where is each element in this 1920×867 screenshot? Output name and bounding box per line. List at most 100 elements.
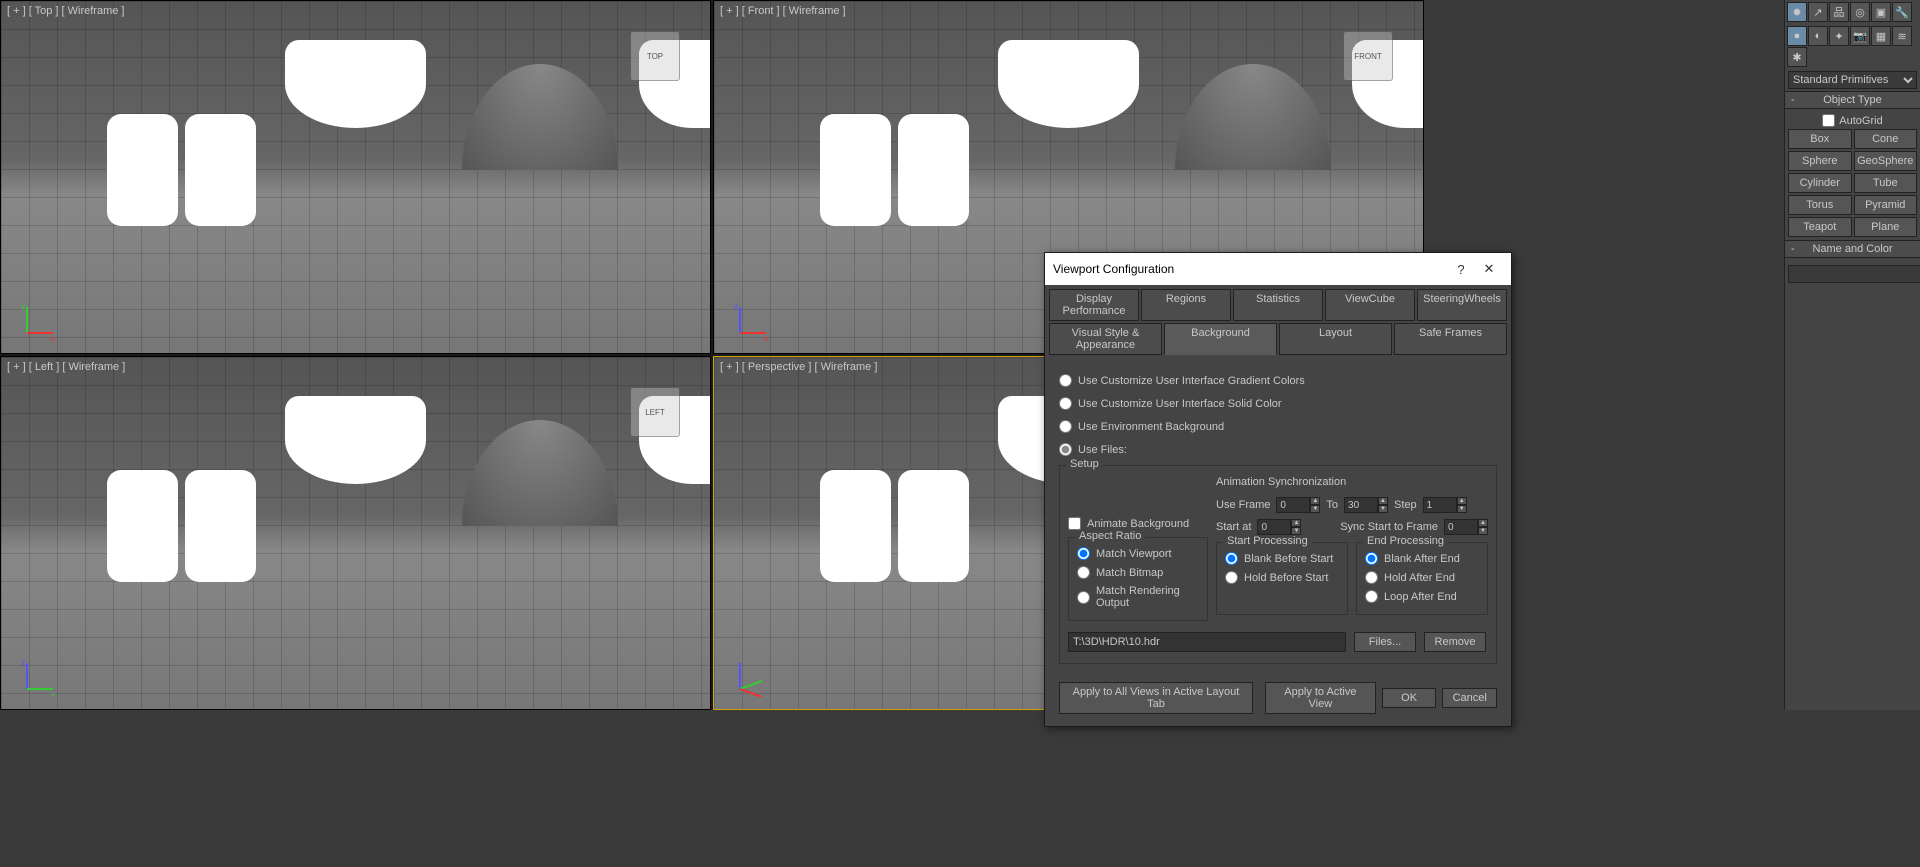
cameras-icon[interactable]: 📷 (1850, 26, 1870, 46)
tab-steeringwheels[interactable]: SteeringWheels (1417, 289, 1507, 321)
viewport-scene (1, 1, 710, 353)
radio-gradient-label: Use Customize User Interface Gradient Co… (1078, 375, 1305, 387)
object-name-input[interactable] (1788, 265, 1920, 283)
hierarchy-tab-icon[interactable]: 品 (1829, 2, 1849, 22)
object-type-rollout-header[interactable]: Object Type (1785, 91, 1920, 109)
name-color-rollout-header[interactable]: Name and Color (1785, 240, 1920, 258)
tab-background[interactable]: Background (1164, 323, 1277, 355)
use-frame-input[interactable] (1276, 497, 1310, 513)
viewport-label[interactable]: [ + ] [ Front ] [ Wireframe ] (720, 5, 846, 17)
tab-visual-style[interactable]: Visual Style & Appearance (1049, 323, 1162, 355)
radio-gradient-colors[interactable] (1059, 374, 1072, 387)
radio-use-files[interactable] (1059, 443, 1072, 456)
viewport-left[interactable]: [ + ] [ Left ] [ Wireframe ] LEFT y z (0, 356, 711, 710)
spinner-buttons[interactable]: ▲▼ (1310, 497, 1320, 513)
sphere-button[interactable]: Sphere (1788, 151, 1852, 171)
file-path-input[interactable] (1068, 632, 1346, 652)
close-button[interactable]: ✕ (1475, 259, 1503, 279)
start-at-input[interactable] (1257, 519, 1291, 535)
torus-button[interactable]: Torus (1788, 195, 1852, 215)
primitive-category-select[interactable]: Standard Primitives (1788, 71, 1917, 89)
tab-regions[interactable]: Regions (1141, 289, 1231, 321)
tab-layout[interactable]: Layout (1279, 323, 1392, 355)
cylinder-button[interactable]: Cylinder (1788, 173, 1852, 193)
spacewarps-icon[interactable]: ≋ (1892, 26, 1912, 46)
apply-all-views-button[interactable]: Apply to All Views in Active Layout Tab (1059, 682, 1253, 714)
spinner-buttons[interactable]: ▲▼ (1378, 497, 1388, 513)
spinner-buttons[interactable]: ▲▼ (1291, 519, 1301, 535)
radio-match-rendering[interactable] (1077, 591, 1090, 604)
shapes-icon[interactable]: ◐ (1808, 26, 1828, 46)
radio-hold-after[interactable] (1365, 571, 1378, 584)
viewport-label[interactable]: [ + ] [ Perspective ] [ Wireframe ] (720, 361, 877, 373)
radio-hold-before[interactable] (1225, 571, 1238, 584)
lights-icon[interactable]: ✦ (1829, 26, 1849, 46)
viewcube[interactable]: LEFT (630, 387, 680, 437)
box-button[interactable]: Box (1788, 129, 1852, 149)
to-frame-input[interactable] (1344, 497, 1378, 513)
viewcube[interactable]: TOP (630, 31, 680, 81)
autogrid-checkbox[interactable] (1822, 114, 1835, 127)
sync-start-input[interactable] (1444, 519, 1478, 535)
viewport-top[interactable]: [ + ] [ Top ] [ Wireframe ] TOP xy (0, 0, 711, 354)
radio-env-label: Use Environment Background (1078, 421, 1224, 433)
viewport-label[interactable]: [ + ] [ Top ] [ Wireframe ] (7, 5, 124, 17)
axis-gizmo: xy (19, 301, 59, 341)
radio-blank-after[interactable] (1365, 552, 1378, 565)
tab-statistics[interactable]: Statistics (1233, 289, 1323, 321)
radio-blank-before[interactable] (1225, 552, 1238, 565)
start-processing-title: Start Processing (1223, 535, 1312, 547)
setup-group-title: Setup (1066, 458, 1103, 470)
plane-button[interactable]: Plane (1854, 217, 1918, 237)
cone-button[interactable]: Cone (1854, 129, 1918, 149)
teapot-button[interactable]: Teapot (1788, 217, 1852, 237)
viewport-label[interactable]: [ + ] [ Left ] [ Wireframe ] (7, 361, 125, 373)
cancel-button[interactable]: Cancel (1442, 688, 1497, 708)
files-button[interactable]: Files... (1354, 632, 1416, 652)
command-panel-tabs: ✹ ↗ 品 ◎ ▣ 🔧 (1785, 0, 1920, 24)
aspect-ratio-title: Aspect Ratio (1075, 530, 1145, 542)
tab-safe-frames[interactable]: Safe Frames (1394, 323, 1507, 355)
spinner-buttons[interactable]: ▲▼ (1457, 497, 1467, 513)
help-button[interactable]: ? (1447, 259, 1475, 279)
radio-loop-after[interactable] (1365, 590, 1378, 603)
dialog-titlebar[interactable]: Viewport Configuration ? ✕ (1045, 253, 1511, 285)
dialog-tabs-row2: Visual Style & Appearance Background Lay… (1045, 321, 1511, 359)
axis-gizmo: xz (732, 301, 772, 341)
tab-viewcube[interactable]: ViewCube (1325, 289, 1415, 321)
animate-background-label: Animate Background (1087, 518, 1189, 530)
radio-solid-color[interactable] (1059, 397, 1072, 410)
pyramid-button[interactable]: Pyramid (1854, 195, 1918, 215)
display-tab-icon[interactable]: ▣ (1871, 2, 1891, 22)
tab-display-performance[interactable]: Display Performance (1049, 289, 1139, 321)
utilities-tab-icon[interactable]: 🔧 (1892, 2, 1912, 22)
apply-active-view-button[interactable]: Apply to Active View (1265, 682, 1376, 714)
animate-background-checkbox[interactable] (1068, 517, 1081, 530)
create-tab-icon[interactable]: ✹ (1787, 2, 1807, 22)
autogrid-label: AutoGrid (1839, 115, 1882, 127)
spinner-buttons[interactable]: ▲▼ (1478, 519, 1488, 535)
svg-text:z: z (21, 658, 25, 667)
viewport-configuration-dialog: Viewport Configuration ? ✕ Display Perfo… (1044, 252, 1512, 727)
viewcube[interactable]: FRONT (1343, 31, 1393, 81)
helpers-icon[interactable]: ▦ (1871, 26, 1891, 46)
dialog-tabs-row1: Display Performance Regions Statistics V… (1045, 285, 1511, 321)
modify-tab-icon[interactable]: ↗ (1808, 2, 1828, 22)
step-input[interactable] (1423, 497, 1457, 513)
radio-environment-bg[interactable] (1059, 420, 1072, 433)
systems-icon[interactable]: ✱ (1787, 47, 1807, 67)
radio-match-bitmap[interactable] (1077, 566, 1090, 579)
geosphere-button[interactable]: GeoSphere (1854, 151, 1918, 171)
anim-sync-title: Animation Synchronization (1216, 474, 1488, 494)
ok-button[interactable]: OK (1382, 688, 1437, 708)
motion-tab-icon[interactable]: ◎ (1850, 2, 1870, 22)
svg-text:y: y (51, 690, 55, 697)
geometry-icon[interactable]: ● (1787, 26, 1807, 46)
radio-match-viewport[interactable] (1077, 547, 1090, 560)
end-processing-title: End Processing (1363, 535, 1448, 547)
svg-text:x: x (764, 334, 768, 341)
tube-button[interactable]: Tube (1854, 173, 1918, 193)
dialog-title: Viewport Configuration (1053, 262, 1447, 276)
command-panel: ✹ ↗ 品 ◎ ▣ 🔧 ● ◐ ✦ 📷 ▦ ≋ ✱ Standard Primi… (1784, 0, 1920, 710)
remove-button[interactable]: Remove (1424, 632, 1486, 652)
